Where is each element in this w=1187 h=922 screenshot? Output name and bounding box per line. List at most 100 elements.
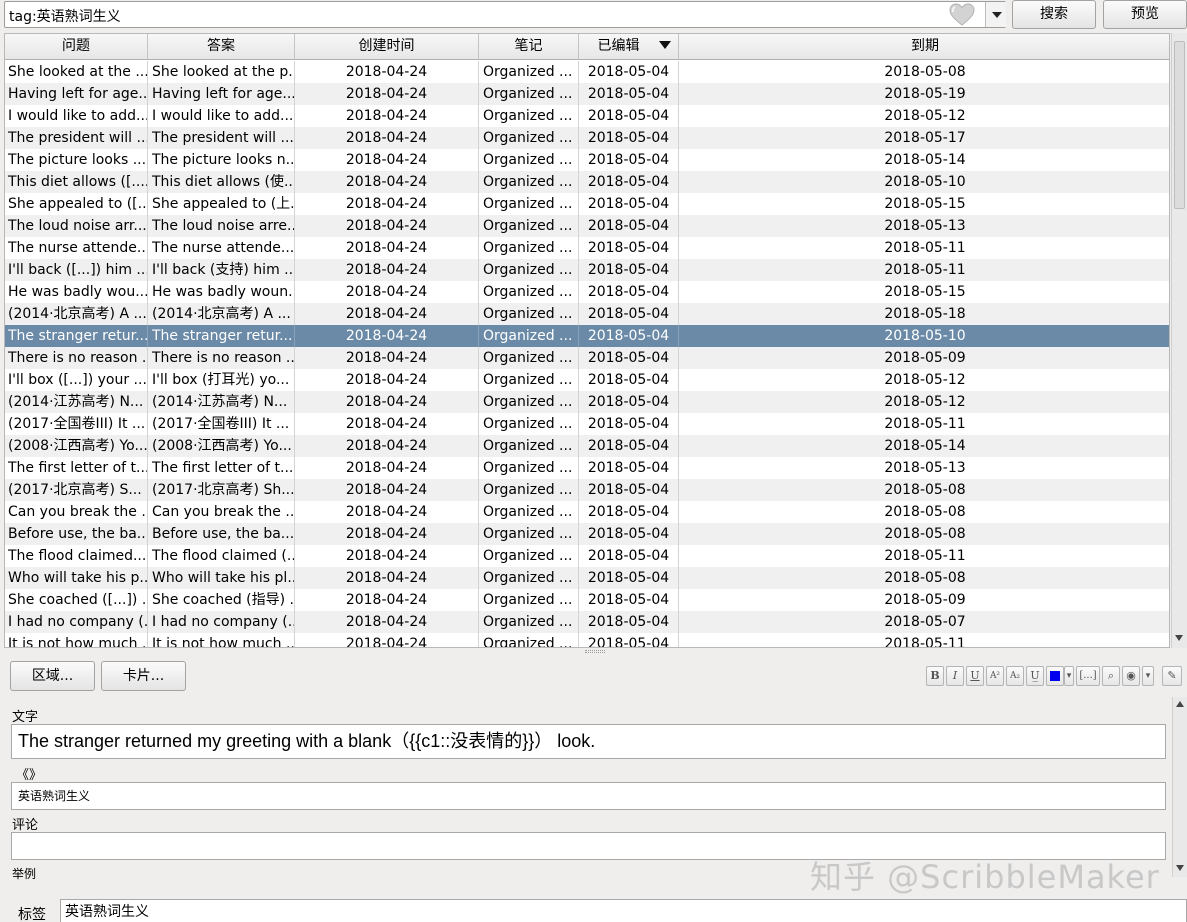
watermark: 知乎 @ScribbleMaker <box>810 858 1160 896</box>
table-row[interactable]: The picture looks ... The picture looks n… <box>5 149 1169 171</box>
table-row[interactable]: She looked at the ... She looked at the p… <box>5 61 1169 83</box>
table-row[interactable]: I had no company (... I had no company (.… <box>5 611 1169 633</box>
cell-note: Organized ... <box>479 215 579 237</box>
source-field-editor[interactable]: 英语熟词生义 <box>11 782 1166 810</box>
cell-answer: Before use, the ba... <box>148 523 295 545</box>
table-row[interactable]: She coached ([...]) ... She coached (指导) … <box>5 589 1169 611</box>
text-field-editor[interactable]: The stranger returned my greeting with a… <box>11 724 1166 759</box>
cell-answer: I'll box (打耳光) yo... <box>148 369 295 391</box>
bold-icon[interactable]: B <box>926 666 944 686</box>
cell-edited: 2018-05-04 <box>579 325 679 347</box>
editor-scrollbar[interactable] <box>1172 697 1187 877</box>
search-button[interactable]: 搜索 <box>1012 0 1096 29</box>
table-row[interactable]: I'll back ([...]) him ... I'll back (支持) … <box>5 259 1169 281</box>
cell-due: 2018-05-08 <box>884 64 966 80</box>
cell-due: 2018-05-08 <box>884 526 966 542</box>
cell-due: 2018-05-08 <box>884 482 966 498</box>
cell-due: 2018-05-13 <box>884 218 966 234</box>
heart-icon[interactable] <box>949 3 975 27</box>
table-row[interactable]: I'll box ([...]) your ... I'll box (打耳光) … <box>5 369 1169 391</box>
column-header-note[interactable]: 笔记 <box>479 34 579 59</box>
cell-due: 2018-05-14 <box>884 152 966 168</box>
table-row[interactable]: It is not how much ... It is not how much… <box>5 633 1169 647</box>
cell-edited: 2018-05-04 <box>579 281 679 303</box>
cell-note: Organized ... <box>479 259 579 281</box>
cell-answer: This diet allows (使... <box>148 171 295 193</box>
table-row[interactable]: (2017·全国卷III) It ... (2017·全国卷III) It ...… <box>5 413 1169 435</box>
cards-button[interactable]: 卡片... <box>101 661 186 691</box>
cell-created: 2018-04-24 <box>295 435 479 457</box>
search-history-dropdown[interactable] <box>985 2 1006 27</box>
fields-button[interactable]: 区域... <box>10 661 95 691</box>
cell-note: Organized ... <box>479 303 579 325</box>
record-icon[interactable]: ◉ <box>1122 666 1140 686</box>
scroll-down-icon[interactable] <box>1176 865 1184 871</box>
table-row[interactable]: This diet allows ([.... This diet allows … <box>5 171 1169 193</box>
table-row[interactable]: (2017·北京高考) S... (2017·北京高考) Sh... 2018-04… <box>5 479 1169 501</box>
table-row[interactable]: I would like to add... I would like to ad… <box>5 105 1169 127</box>
table-row[interactable]: The loud noise arr... The loud noise arre… <box>5 215 1169 237</box>
cloze-icon[interactable]: [...] <box>1076 666 1100 686</box>
table-row[interactable]: Who will take his p... Who will take his … <box>5 567 1169 589</box>
pane-splitter-handle[interactable] <box>585 650 605 653</box>
text-color-icon[interactable] <box>1046 666 1064 686</box>
cell-due: 2018-05-12 <box>884 394 966 410</box>
table-row-selected[interactable]: The stranger retur... The stranger retur.… <box>5 325 1169 347</box>
column-header-question[interactable]: 问题 <box>5 34 148 59</box>
card-list-table[interactable]: 问题 答案 创建时间 笔记 已编辑 到期 She looked at the .… <box>4 33 1170 648</box>
column-header-created[interactable]: 创建时间 <box>295 34 479 59</box>
cell-edited: 2018-05-04 <box>579 215 679 237</box>
table-row[interactable]: Having left for age... Having left for ag… <box>5 83 1169 105</box>
table-row[interactable]: Can you break the ... Can you break the .… <box>5 501 1169 523</box>
cell-edited: 2018-05-04 <box>579 171 679 193</box>
cell-question: The nurse attende... <box>5 237 148 259</box>
cell-answer: Can you break the ... <box>148 501 295 523</box>
scroll-up-icon[interactable] <box>1176 701 1184 707</box>
table-row[interactable]: There is no reason ... There is no reason… <box>5 347 1169 369</box>
cell-edited: 2018-05-04 <box>579 589 679 611</box>
cell-question: I'll back ([...]) him ... <box>5 259 148 281</box>
preview-button[interactable]: 预览 <box>1103 0 1187 29</box>
underline-icon[interactable]: U <box>966 666 984 686</box>
table-row[interactable]: (2014·江苏高考) N... (2014·江苏高考) N... 2018-04-… <box>5 391 1169 413</box>
table-row[interactable]: The first letter of t... The first letter… <box>5 457 1169 479</box>
table-row[interactable]: She appealed to ([.... She appealed to (上… <box>5 193 1169 215</box>
table-scrollbar-thumb[interactable] <box>1174 41 1185 209</box>
cell-edited: 2018-05-04 <box>579 347 679 369</box>
brush-icon[interactable]: ✎ <box>1162 666 1182 686</box>
italic-icon[interactable]: I <box>946 666 964 686</box>
clear-format-icon[interactable]: U̲ <box>1026 666 1044 686</box>
cell-due: 2018-05-17 <box>884 130 966 146</box>
table-row[interactable]: Before use, the ba... Before use, the ba.… <box>5 523 1169 545</box>
attachment-icon[interactable]: ⌕ <box>1102 666 1120 686</box>
more-icon[interactable]: ▾ <box>1142 666 1154 686</box>
table-row[interactable]: (2008·江西高考) Yo... (2008·江西高考) Yo... 2018-0… <box>5 435 1169 457</box>
table-scrollbar[interactable] <box>1171 33 1187 648</box>
cell-edited: 2018-05-04 <box>579 83 679 105</box>
cell-note: Organized ... <box>479 523 579 545</box>
table-row[interactable]: The president will ... The president will… <box>5 127 1169 149</box>
column-header-answer[interactable]: 答案 <box>148 34 295 59</box>
subscript-icon[interactable]: A₂ <box>1006 666 1024 686</box>
cell-note: Organized ... <box>479 347 579 369</box>
cell-edited: 2018-05-04 <box>579 501 679 523</box>
cell-answer: (2014·江苏高考) N... <box>148 391 295 413</box>
table-row[interactable]: The nurse attende... The nurse attende...… <box>5 237 1169 259</box>
tags-input[interactable]: 英语熟词生义 <box>60 899 1187 922</box>
scroll-down-icon[interactable] <box>1175 635 1183 641</box>
cell-answer: It is not how much ... <box>148 633 295 647</box>
table-row[interactable]: He was badly wou... He was badly woun... 2… <box>5 281 1169 303</box>
cell-question: (2014·北京高考) A ... <box>5 303 148 325</box>
cell-created: 2018-04-24 <box>295 479 479 501</box>
cell-created: 2018-04-24 <box>295 259 479 281</box>
cell-answer: He was badly woun... <box>148 281 295 303</box>
column-header-due[interactable]: 到期 <box>679 34 1169 59</box>
table-row[interactable]: The flood claimed... The flood claimed (.… <box>5 545 1169 567</box>
cell-note: Organized ... <box>479 457 579 479</box>
superscript-icon[interactable]: A² <box>986 666 1004 686</box>
cell-created: 2018-04-24 <box>295 589 479 611</box>
search-input[interactable]: tag:英语熟词生义 <box>4 1 1006 28</box>
table-row[interactable]: (2014·北京高考) A ... (2014·北京高考) A ... 2018-0… <box>5 303 1169 325</box>
search-query-text[interactable]: tag:英语熟词生义 <box>9 6 121 26</box>
color-dropdown-icon[interactable]: ▾ <box>1064 666 1074 686</box>
